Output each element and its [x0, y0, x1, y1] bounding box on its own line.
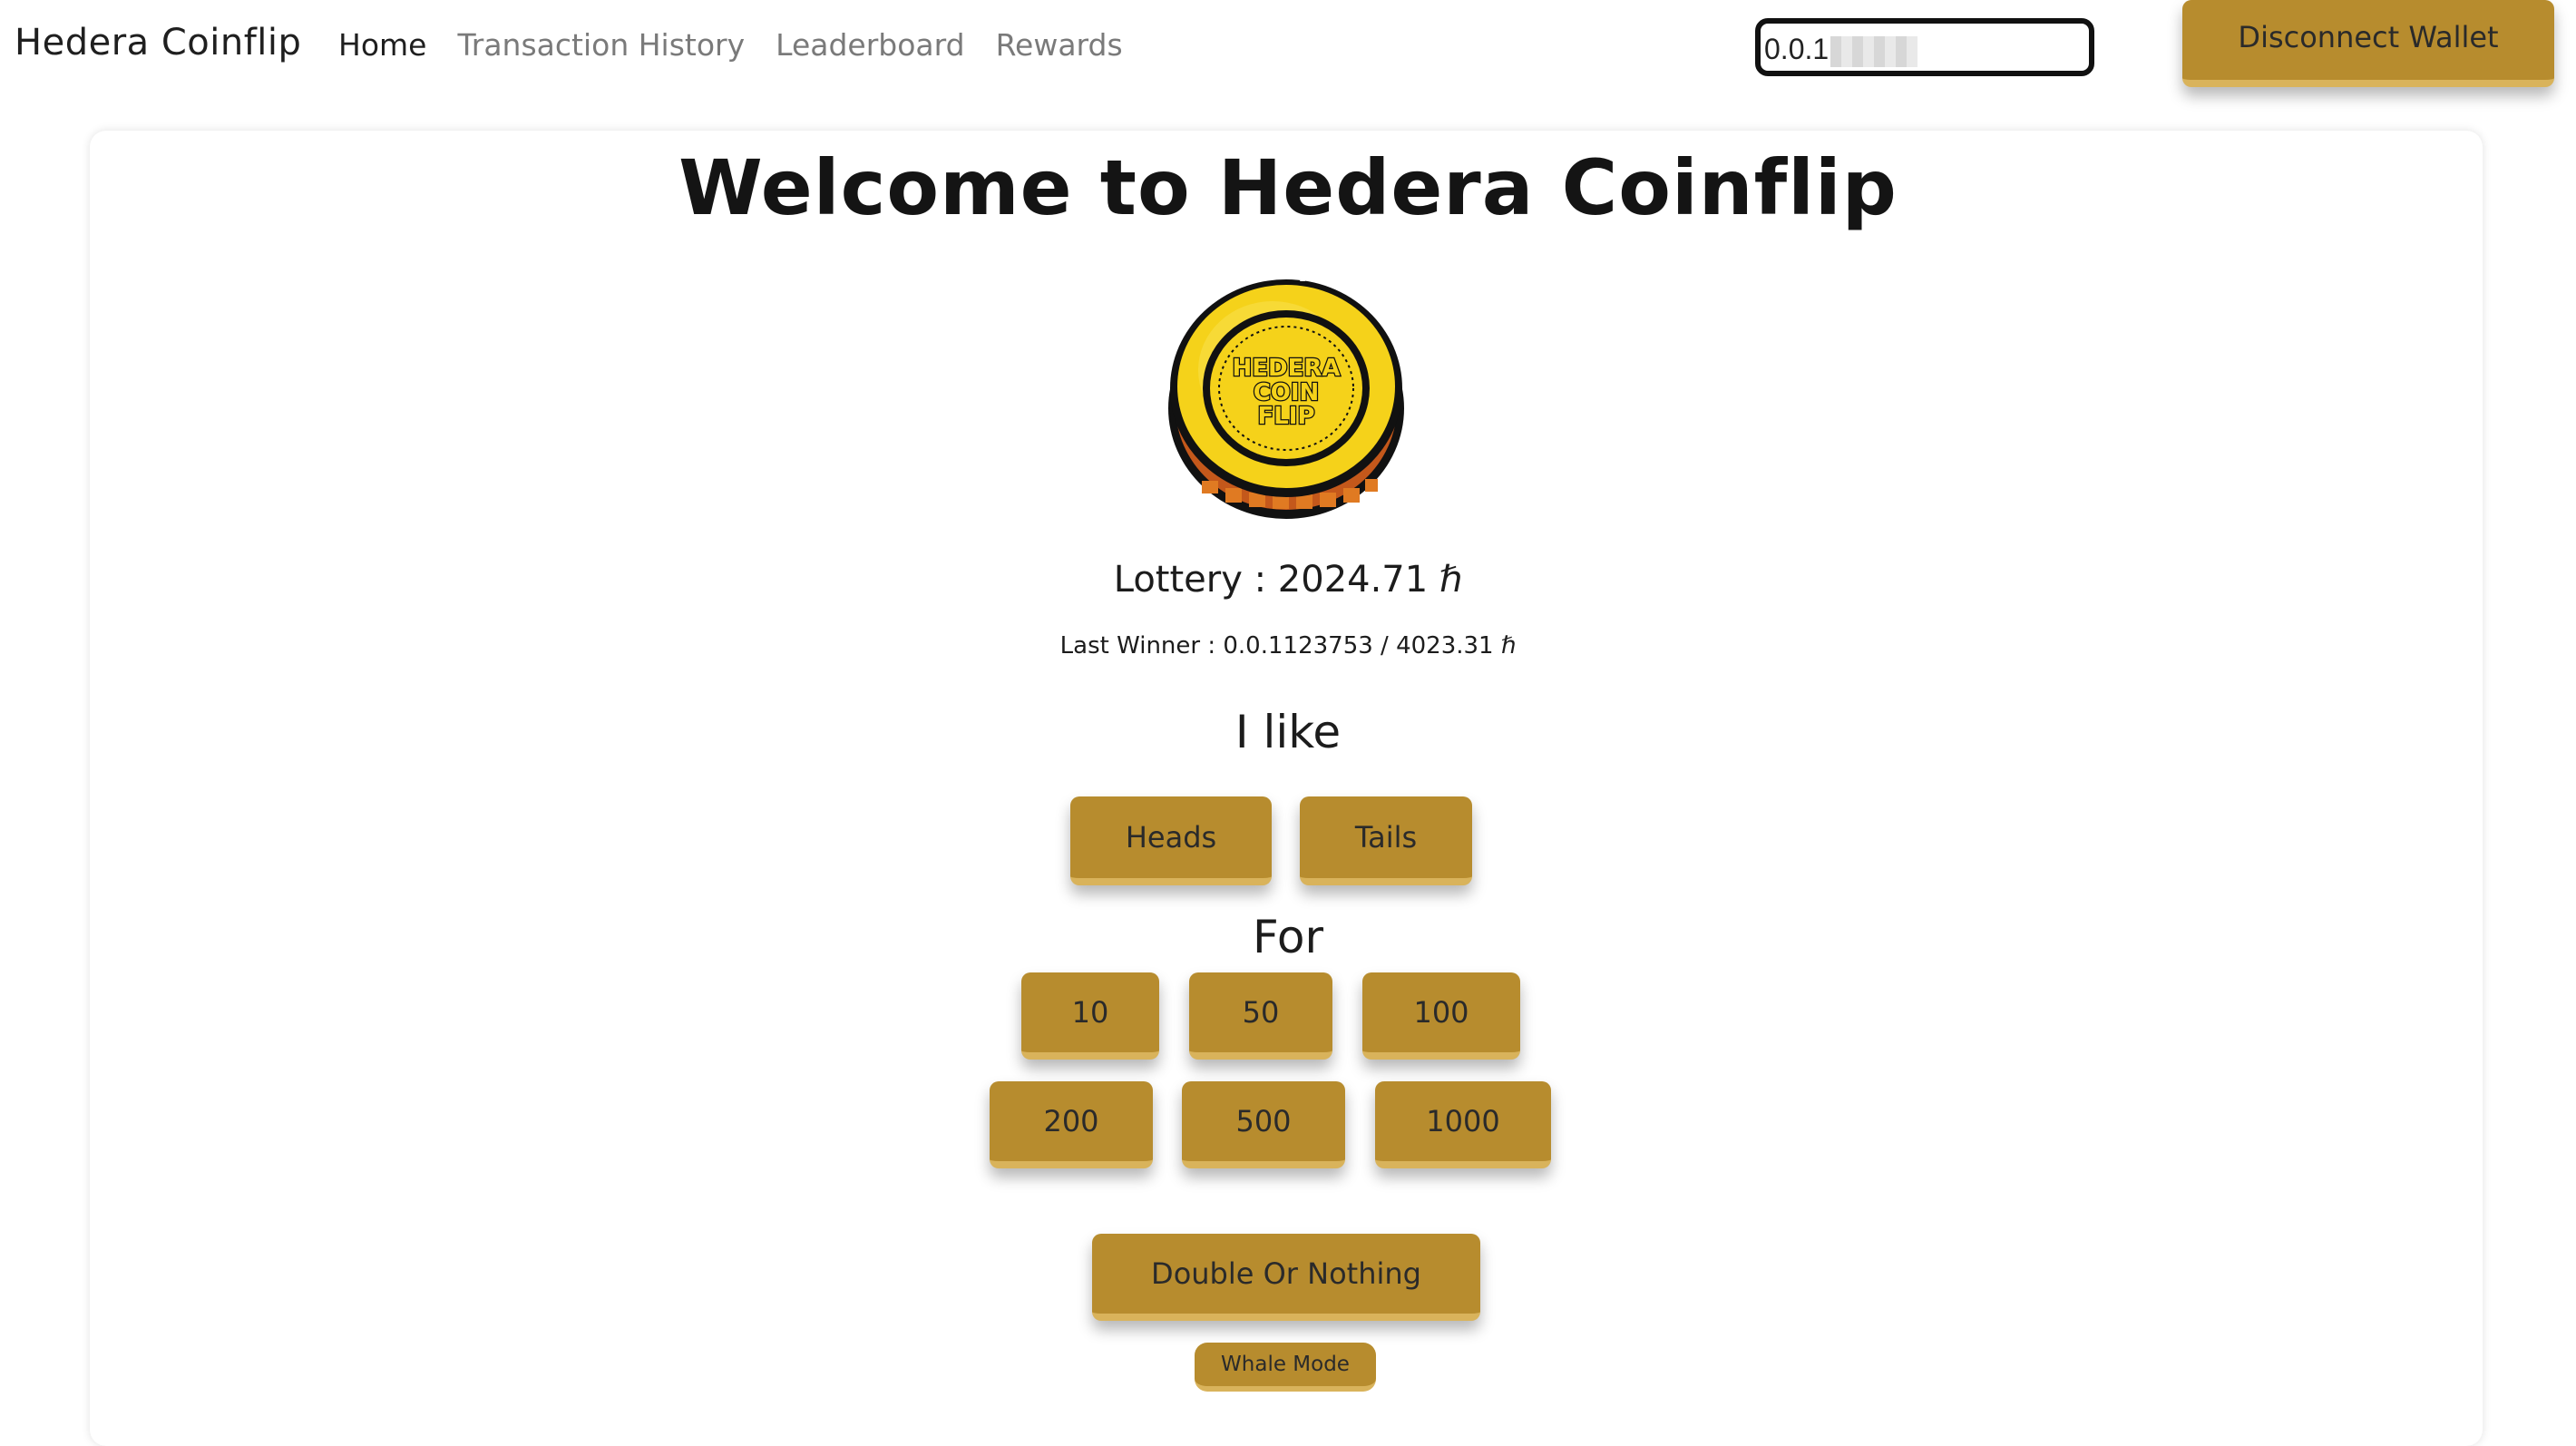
- bet-500-button[interactable]: 500: [1182, 1081, 1345, 1168]
- coin-logo-icon: HEDERA COIN FLIP: [1168, 276, 1404, 519]
- bet-200-button[interactable]: 200: [990, 1081, 1153, 1168]
- nav-link-rewards[interactable]: Rewards: [996, 27, 1123, 63]
- top-navbar: Hedera Coinflip Home Transaction History…: [0, 0, 2576, 100]
- coin-text-hedera: HEDERA: [1232, 355, 1340, 382]
- lottery-amount: Lottery : 2024.71 ℏ: [1113, 559, 1463, 601]
- bet-100-button[interactable]: 100: [1362, 972, 1520, 1060]
- whale-mode-button[interactable]: Whale Mode: [1195, 1343, 1376, 1392]
- choice-heading: I like: [1234, 706, 1342, 758]
- wallet-account-field: 0.0.1: [1755, 18, 2094, 76]
- wallet-account-id: 0.0.1: [1764, 33, 1830, 65]
- nav-link-leaderboard[interactable]: Leaderboard: [776, 27, 964, 63]
- brand-logo-text[interactable]: Hedera Coinflip: [15, 22, 301, 64]
- coin-text-flip: FLIP: [1257, 403, 1314, 430]
- amount-heading: For: [1252, 911, 1324, 963]
- redacted-account-digits: [1830, 35, 1918, 67]
- disconnect-wallet-button[interactable]: Disconnect Wallet: [2182, 0, 2554, 87]
- bet-10-button[interactable]: 10: [1021, 972, 1159, 1060]
- bet-50-button[interactable]: 50: [1189, 972, 1332, 1060]
- double-or-nothing-button[interactable]: Double Or Nothing: [1092, 1234, 1480, 1321]
- nav-link-transaction-history[interactable]: Transaction History: [457, 27, 745, 63]
- page-title: Welcome to Hedera Coinflip: [678, 143, 1898, 232]
- last-winner-info: Last Winner : 0.0.1123753 / 4023.31 ℏ: [1059, 632, 1517, 659]
- nav-link-home[interactable]: Home: [338, 27, 426, 63]
- heads-button[interactable]: Heads: [1070, 796, 1272, 885]
- tails-button[interactable]: Tails: [1300, 796, 1472, 885]
- bet-1000-button[interactable]: 1000: [1375, 1081, 1551, 1168]
- nav-links: Home Transaction History Leaderboard Rew…: [338, 27, 1154, 63]
